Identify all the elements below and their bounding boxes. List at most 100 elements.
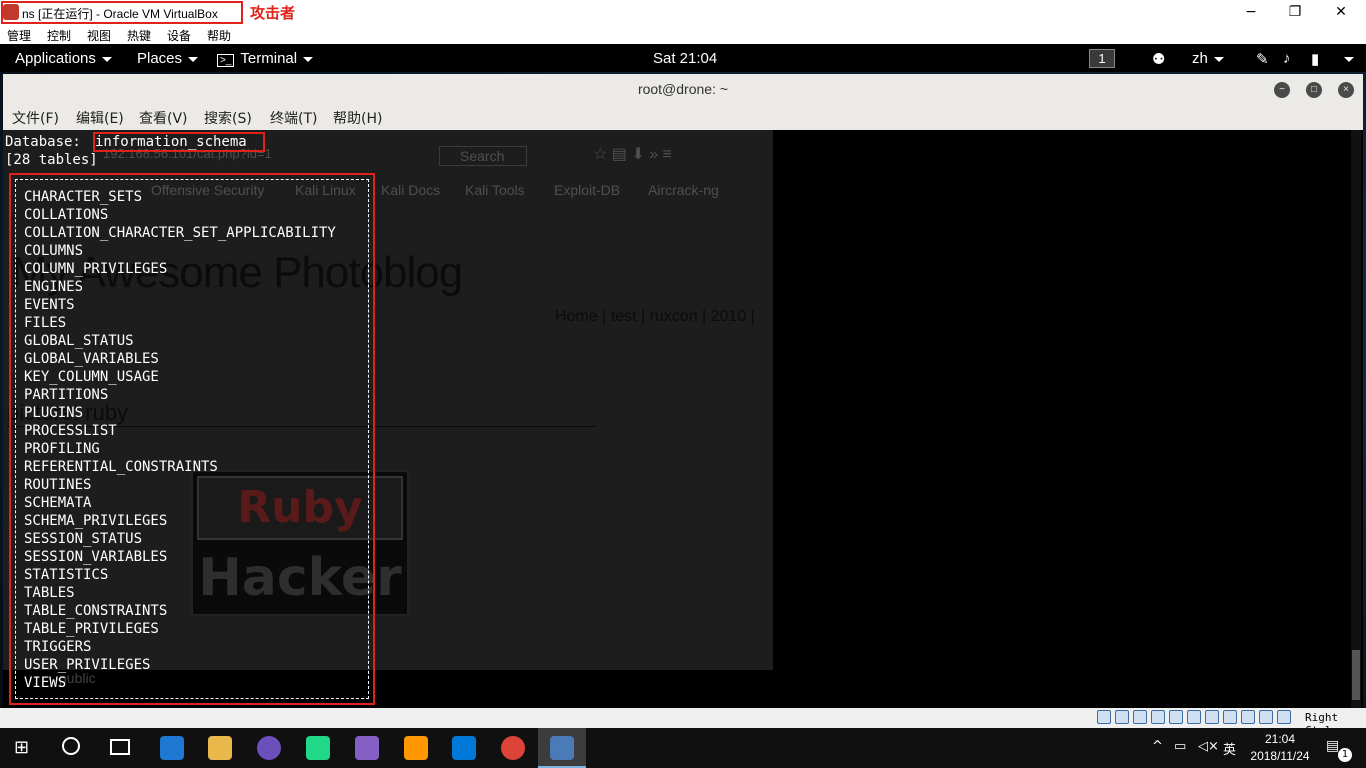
notification-badge: 1 <box>1338 748 1352 762</box>
clock-date: 2018/11/24 <box>1250 749 1310 763</box>
vscode-icon[interactable] <box>452 736 476 760</box>
browser-search-box: Search <box>439 146 528 166</box>
table-row: COLUMN_PRIVILEGES <box>24 261 168 277</box>
tables-highlight-box: CHARACTER_SETS COLLATIONS COLLATION_CHAR… <box>9 173 375 705</box>
terminal-scrollbar[interactable] <box>1351 130 1361 708</box>
close-button[interactable]: ✕ <box>1318 2 1364 22</box>
terminal-body[interactable]: 192.168.56.101/cat.php?id=1 Search ☆ ▤ ⬇… <box>3 130 1363 708</box>
applications-menu[interactable]: Applications <box>15 50 112 67</box>
hdd-icon[interactable] <box>1097 710 1111 724</box>
table-row: REFERENTIAL_CONSTRAINTS <box>24 459 218 475</box>
scrollbar-thumb[interactable] <box>1352 650 1360 700</box>
places-menu[interactable]: Places <box>137 50 199 67</box>
app-icon[interactable] <box>257 736 281 760</box>
table-row: PARTITIONS <box>24 387 109 403</box>
visual-studio-icon[interactable] <box>355 736 379 760</box>
table-row: GLOBAL_VARIABLES <box>24 351 159 367</box>
battery-icon: ▮ <box>1311 51 1320 68</box>
table-row: USER_PRIVILEGES <box>24 657 151 673</box>
menu-view[interactable]: 视图 <box>87 27 111 44</box>
virtualbox-taskbar-button[interactable] <box>538 728 586 768</box>
table-row: PROFILING <box>24 441 100 457</box>
virtualbox-taskbar-icon <box>550 736 574 760</box>
bookmark-4: Exploit-DB <box>554 182 621 198</box>
chrome-icon[interactable] <box>501 736 525 760</box>
terminal-menu-view[interactable]: 查看(V) <box>139 108 188 128</box>
table-row: PLUGINS <box>24 405 84 421</box>
title-highlight-box <box>1 1 243 24</box>
terminal-close-button[interactable]: × <box>1338 82 1354 98</box>
menu-help[interactable]: 帮助 <box>207 27 231 44</box>
shared-folder-icon[interactable] <box>1187 710 1201 724</box>
language-menu[interactable]: zh <box>1192 50 1224 67</box>
table-row: TABLES <box>24 585 75 601</box>
table-row: EVENTS <box>24 297 75 313</box>
bookmark-3: Kali Tools <box>465 182 525 198</box>
table-row: SESSION_VARIABLES <box>24 549 168 565</box>
terminal-menu-terminal[interactable]: 终端(T) <box>270 108 317 128</box>
terminal-menubar: 文件(F) 编辑(E) 查看(V) 搜索(S) 终端(T) 帮助(H) <box>3 104 1363 130</box>
table-row: PROCESSLIST <box>24 423 117 439</box>
windows-start-icon[interactable]: ⊞ <box>14 737 29 758</box>
menu-hotkeys[interactable]: 热键 <box>127 27 151 44</box>
annotation-label: 攻击者 <box>250 4 296 22</box>
network-tray-icon[interactable]: ▭ <box>1174 739 1186 754</box>
pen-icon: ✎ <box>1256 51 1269 68</box>
gnome-top-bar: Applications Places >_ Terminal Sat 21:04… <box>0 44 1366 72</box>
maximize-button[interactable]: ❐ <box>1272 2 1318 22</box>
terminal-menu-file[interactable]: 文件(F) <box>12 108 59 128</box>
table-row: SCHEMATA <box>24 495 92 511</box>
system-clock[interactable]: 21:04 2018/11/24 <box>1240 731 1320 765</box>
table-row: VIEWS <box>24 675 67 691</box>
table-row: COLUMNS <box>24 243 84 259</box>
network-icon[interactable] <box>1151 710 1165 724</box>
system-menu[interactable] <box>1338 50 1354 67</box>
terminal-maximize-button[interactable]: □ <box>1306 82 1322 98</box>
optical-drive-icon[interactable] <box>1115 710 1129 724</box>
terminal-menu-help[interactable]: 帮助(H) <box>333 108 382 128</box>
users-icon[interactable]: ⚉ <box>1152 50 1165 68</box>
chevron-up-icon[interactable]: ^ <box>1152 739 1163 754</box>
menu-devices[interactable]: 设备 <box>167 27 191 44</box>
table-row: SESSION_STATUS <box>24 531 143 547</box>
database-label: Database: <box>5 134 90 150</box>
keyboard-icon[interactable] <box>1277 710 1291 724</box>
edge-icon[interactable] <box>160 736 184 760</box>
bookmark-2: Kali Docs <box>381 182 441 198</box>
volume-icon: ♪ <box>1283 50 1291 67</box>
terminal-title: root@drone: ~ <box>637 81 729 97</box>
usb-icon[interactable] <box>1169 710 1183 724</box>
terminal-app-menu[interactable]: >_ Terminal <box>217 50 314 67</box>
gnome-clock[interactable]: Sat 21:04 <box>653 50 717 67</box>
terminal-menu-edit[interactable]: 编辑(E) <box>76 108 124 128</box>
cpu-icon[interactable] <box>1241 710 1255 724</box>
workspace-indicator[interactable]: 1 <box>1089 49 1115 68</box>
search-icon[interactable] <box>62 737 80 755</box>
mouse-integration-icon[interactable] <box>1259 710 1273 724</box>
table-row: COLLATIONS <box>24 207 109 223</box>
table-row: KEY_COLUMN_USAGE <box>24 369 159 385</box>
display-icon[interactable] <box>1205 710 1219 724</box>
guest-screen: Applications Places >_ Terminal Sat 21:04… <box>0 44 1366 708</box>
file-explorer-icon[interactable] <box>208 736 232 760</box>
table-row: ENGINES <box>24 279 84 295</box>
terminal-menu-search[interactable]: 搜索(S) <box>204 108 252 128</box>
menu-control[interactable]: 控制 <box>47 27 71 44</box>
table-row: GLOBAL_STATUS <box>24 333 134 349</box>
terminal-titlebar: root@drone: ~ − □ × <box>3 74 1363 104</box>
audio-icon[interactable] <box>1133 710 1147 724</box>
bookmark-5: Aircrack-ng <box>648 182 719 198</box>
ime-indicator[interactable]: 英 <box>1223 739 1236 758</box>
table-row: TRIGGERS <box>24 639 92 655</box>
terminal-minimize-button[interactable]: − <box>1274 82 1290 98</box>
pycharm-icon[interactable] <box>306 736 330 760</box>
minimize-button[interactable]: − <box>1228 2 1274 22</box>
task-view-icon[interactable] <box>110 739 130 755</box>
vbox-titlebar: ns [正在运行] - Oracle VM VirtualBox 攻击者 − ❐… <box>0 0 1366 24</box>
windows-taskbar: ⊞ ^ ▭ ◁× 英 21:04 2018/11/24 ▤ 1 <box>0 728 1366 768</box>
menu-manage[interactable]: 管理 <box>7 27 31 44</box>
sublime-text-icon[interactable] <box>404 736 428 760</box>
notification-center-icon[interactable]: ▤ <box>1326 738 1339 754</box>
recording-icon[interactable] <box>1223 710 1237 724</box>
speaker-tray-icon[interactable]: ◁× <box>1198 739 1219 754</box>
